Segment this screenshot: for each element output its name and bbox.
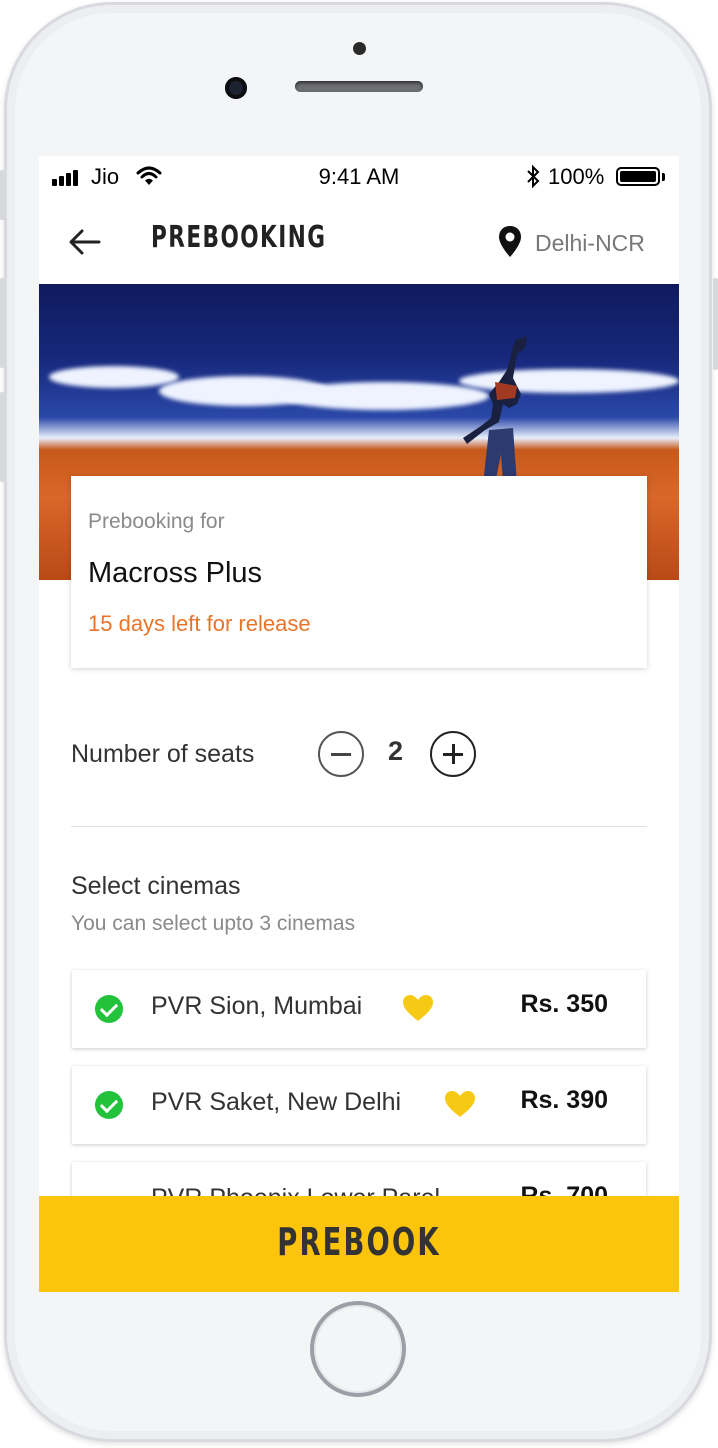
- seats-label: Number of seats: [71, 740, 255, 768]
- location-selector[interactable]: Delhi-NCR: [535, 230, 645, 257]
- section-divider: [71, 826, 647, 827]
- movie-title: Macross Plus: [88, 557, 263, 589]
- mute-switch: [0, 170, 5, 220]
- status-bar: Jio 9:41 AM 100%: [39, 156, 679, 200]
- prebook-button[interactable]: PREBOOK: [39, 1196, 679, 1292]
- home-button[interactable]: [310, 1301, 406, 1397]
- prebook-button-label: PREBOOK: [277, 1220, 441, 1264]
- battery-percentage: 100%: [548, 164, 605, 189]
- bluetooth-icon: [527, 164, 540, 189]
- cinema-item[interactable]: PVR Saket, New Delhi Rs. 390: [72, 1066, 646, 1144]
- battery-icon: [616, 167, 660, 186]
- selected-check-icon[interactable]: [95, 995, 123, 1023]
- cinema-price: Rs. 350: [520, 990, 608, 1018]
- increase-seats-button[interactable]: [430, 731, 476, 777]
- cinema-item[interactable]: PVR Sion, Mumbai Rs. 350: [72, 970, 646, 1048]
- banner-cloud: [49, 366, 179, 388]
- app-header: PREBOOKING Delhi-NCR: [39, 200, 679, 284]
- release-countdown: 15 days left for release: [88, 611, 311, 636]
- banner-figure: [463, 336, 527, 484]
- cinema-price: Rs. 390: [520, 1086, 608, 1114]
- location-pin-icon[interactable]: [498, 225, 522, 259]
- decrease-seats-button[interactable]: [318, 731, 364, 777]
- favorite-heart-icon[interactable]: [402, 994, 434, 1022]
- page-title: PREBOOKING: [151, 220, 327, 255]
- seat-count: 2: [388, 736, 404, 766]
- proximity-sensor: [353, 42, 366, 55]
- cinema-name: PVR Sion, Mumbai: [151, 992, 363, 1020]
- cinema-name: PVR Saket, New Delhi: [151, 1088, 402, 1116]
- front-camera: [225, 77, 247, 99]
- select-cinemas-subtitle: You can select upto 3 cinemas: [71, 912, 356, 935]
- power-button: [713, 278, 718, 370]
- prebooking-for-label: Prebooking for: [88, 510, 225, 533]
- volume-up-button: [0, 278, 5, 368]
- back-arrow-icon[interactable]: [67, 226, 103, 258]
- earpiece-speaker: [295, 81, 423, 92]
- selected-check-icon[interactable]: [95, 1091, 123, 1119]
- battery-tip: [662, 173, 665, 181]
- volume-down-button: [0, 392, 5, 482]
- app-screen: Jio 9:41 AM 100% PREBOOKING Delhi-NCR Pr…: [39, 156, 679, 1292]
- favorite-heart-icon[interactable]: [444, 1090, 476, 1118]
- movie-info-card: Prebooking for Macross Plus 15 days left…: [71, 476, 647, 668]
- select-cinemas-title: Select cinemas: [71, 872, 241, 900]
